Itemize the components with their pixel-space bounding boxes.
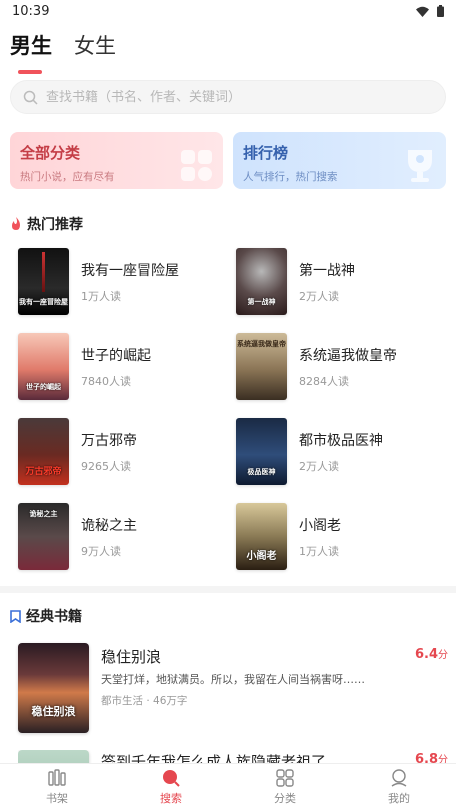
book-cover: 我有一座冒险屋 [18,248,69,315]
tab-bookshelf[interactable]: 书架 [0,764,114,811]
book-reads: 2万人读 [299,289,339,303]
hot-book-grid: 我有一座冒险屋 我有一座冒险屋 1万人读 第一战神 第一战神 2万人读 世子的崛… [18,248,438,570]
book-cover: 小阁老 [236,503,287,570]
hot-book-item[interactable]: 万古邪帝 万古邪帝 9265人读 [18,418,236,485]
category-icon [276,769,294,787]
book-cover: 极品医神 [236,418,287,485]
cover-title: 极品医神 [247,468,276,476]
score-unit: 分 [438,755,448,763]
book-title: 稳住别浪 [101,648,162,666]
tab-male[interactable]: 男生 [10,30,52,74]
book-title: 诡秘之主 [81,517,137,534]
hot-book-item[interactable]: 系统逼我做皇帝 系统逼我做皇帝 8284人读 [236,333,436,400]
hot-book-item[interactable]: 我有一座冒险屋 我有一座冒险屋 1万人读 [18,248,236,315]
book-cover: 诡秘之主 [18,503,69,570]
tab-search[interactable]: 搜索 [114,764,228,811]
book-score: 6.4分 [415,646,448,662]
status-icons [416,5,444,17]
search-input[interactable] [46,89,426,105]
classic-book-item[interactable]: 稳住别浪 稳住别浪 天堂打烊，地狱满员。所以，我留在人间当祸害呀…… 都市生活 … [18,643,448,733]
hot-book-item[interactable]: 世子的崛起 世子的崛起 7840人读 [18,333,236,400]
tab-label: 搜索 [160,792,182,805]
tab-profile[interactable]: 我的 [342,764,456,811]
score-value: 6.8 [414,752,438,763]
classic-book-item[interactable]: 签到千年我怎么成人族隐藏老祖了 6.8分 [18,750,448,763]
tab-label: 书架 [46,792,68,805]
book-reads: 7840人读 [81,374,131,388]
cover-title: 我有一座冒险屋 [19,298,68,306]
status-bar: 10:39 [0,0,456,22]
book-cover [18,750,89,763]
trophy-deco-icon [408,150,432,182]
bookmark-icon [10,609,21,623]
book-cover: 万古邪帝 [18,418,69,485]
book-description: 天堂打烊，地狱满员。所以，我留在人间当祸害呀…… [101,673,365,686]
cover-title: 万古邪帝 [25,467,62,477]
score-unit: 分 [438,650,448,661]
bookshelf-icon [48,769,66,786]
battery-icon [437,5,444,17]
book-cover: 第一战神 [236,248,287,315]
book-title: 我有一座冒险屋 [81,262,179,279]
book-meta: 都市生活 · 46万字 [101,695,188,707]
search-icon [23,90,38,105]
book-cover: 系统逼我做皇帝 [236,333,287,400]
hot-section-title: 热门推荐 [27,217,83,233]
hot-book-item[interactable]: 诡秘之主 诡秘之主 9万人读 [18,503,236,570]
book-title: 第一战神 [299,262,355,279]
feature-cards: 全部分类 热门小说，应有尽有 排行榜 人气排行，热门搜索 [10,132,446,189]
bottom-tab-bar: 书架 搜索 分类 我的 [0,763,456,811]
tab-label: 分类 [274,792,296,805]
book-title: 小阁老 [299,517,341,534]
cover-title: 世子的崛起 [26,383,61,391]
book-reads: 1万人读 [81,289,121,303]
tab-label: 我的 [388,792,410,805]
flame-icon [12,217,20,230]
book-title: 签到千年我怎么成人族隐藏老祖了 [101,753,327,763]
book-title: 万古邪帝 [81,432,137,449]
book-title: 世子的崛起 [81,347,151,364]
score-value: 6.4 [414,647,438,662]
book-reads: 9265人读 [81,459,131,473]
book-reads: 9万人读 [81,544,121,558]
cover-title: 小阁老 [246,551,277,562]
book-score: 6.8分 [415,751,448,763]
cover-title: 系统逼我做皇帝 [237,340,286,348]
tab-category[interactable]: 分类 [228,764,342,811]
hot-book-item[interactable]: 第一战神 第一战神 2万人读 [236,248,436,315]
all-categories-card[interactable]: 全部分类 热门小说，应有尽有 [10,132,223,189]
profile-icon [391,769,407,787]
book-reads: 2万人读 [299,459,339,473]
book-cover: 稳住别浪 [18,643,89,733]
book-reads: 8284人读 [299,374,349,388]
category-deco-icon [181,150,212,181]
cover-title: 稳住别浪 [31,705,76,718]
search-bar[interactable] [10,80,446,114]
wifi-icon [416,6,429,17]
cover-title: 第一战神 [247,298,276,306]
classic-section-title: 经典书籍 [26,609,82,625]
cover-title: 诡秘之主 [29,510,58,518]
book-title: 都市极品医神 [299,432,383,449]
hot-book-item[interactable]: 小阁老 小阁老 1万人读 [236,503,436,570]
book-cover: 世子的崛起 [18,333,69,400]
hot-book-item[interactable]: 极品医神 都市极品医神 2万人读 [236,418,436,485]
book-title: 系统逼我做皇帝 [299,347,397,364]
gender-tabs: 男生 女生 [10,30,116,74]
status-time: 10:39 [12,3,50,19]
classic-section-header: 经典书籍 [10,606,82,626]
book-reads: 1万人读 [299,544,339,558]
tab-female[interactable]: 女生 [74,30,116,68]
section-divider [0,586,456,593]
hot-section-header: 热门推荐 [10,214,83,234]
ranking-card[interactable]: 排行榜 人气排行，热门搜索 [233,132,446,189]
search-icon [163,770,180,787]
